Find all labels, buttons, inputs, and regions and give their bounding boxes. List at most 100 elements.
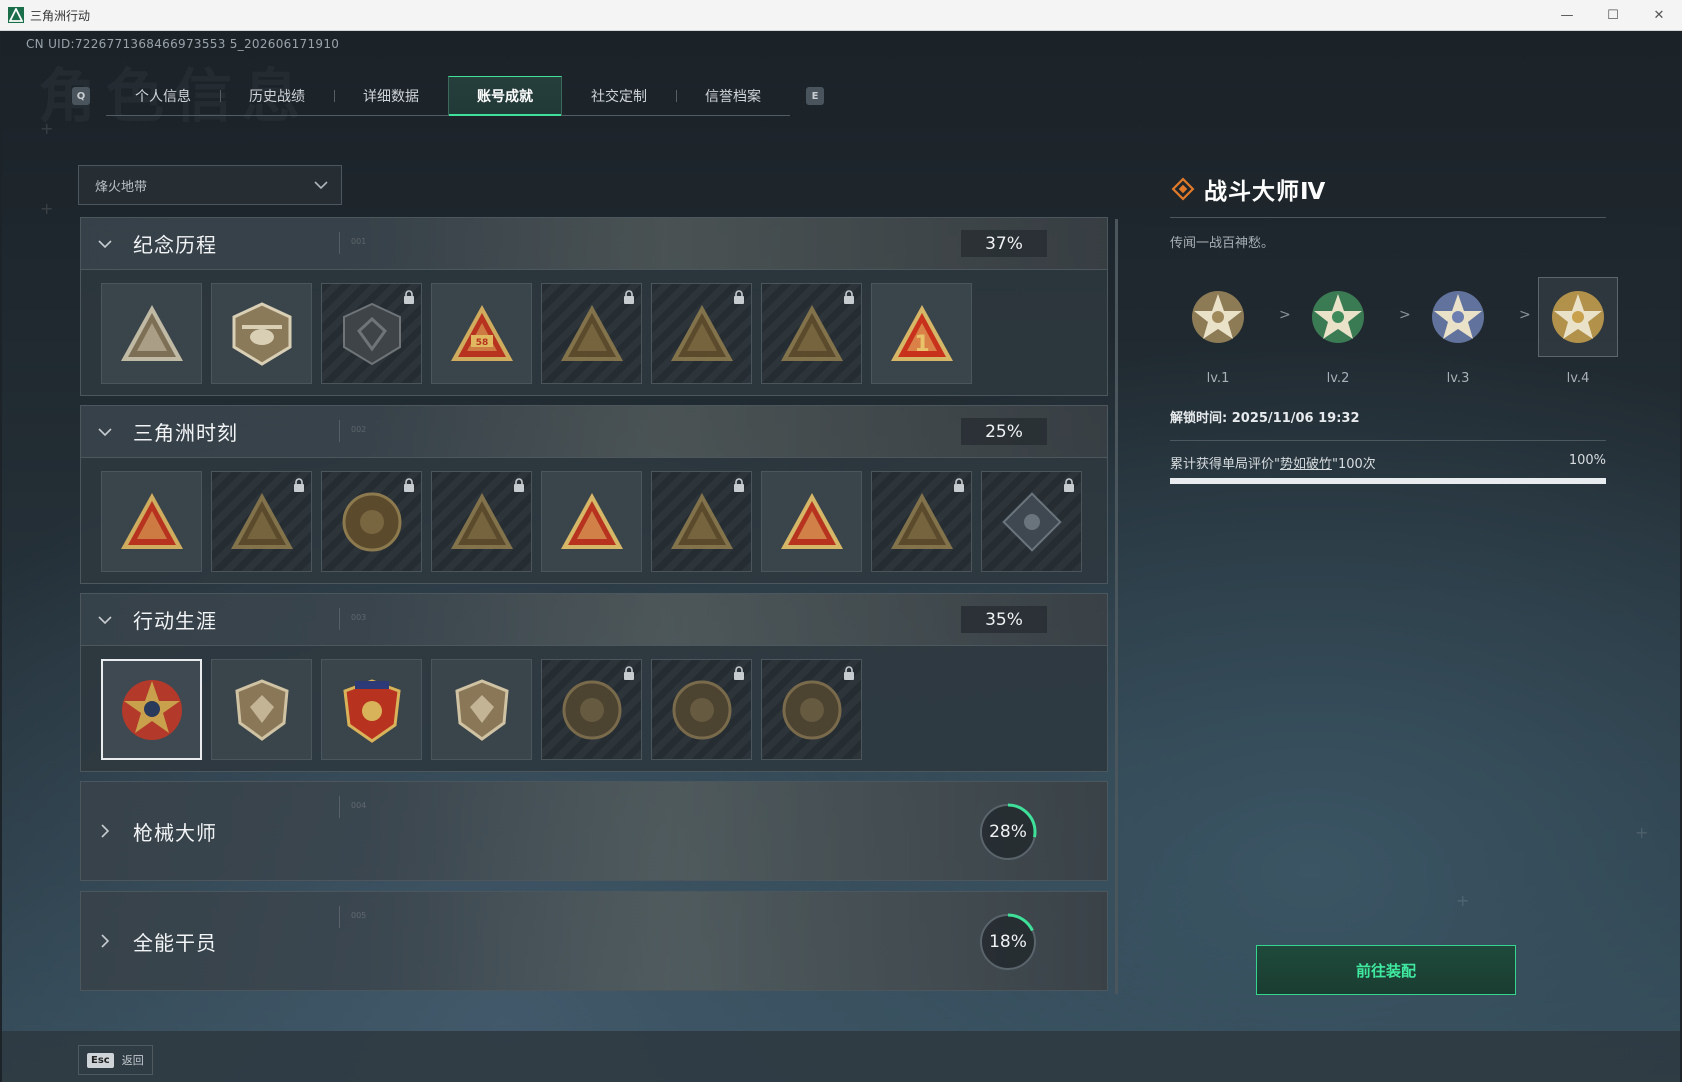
category-header[interactable]: 三角洲时刻 002 25% bbox=[81, 406, 1107, 457]
tab-4[interactable]: 社交定制 bbox=[562, 76, 676, 115]
eye-medal-badge[interactable] bbox=[761, 659, 862, 760]
game-viewport: 角色信息 CN UID:7226771368466973553 5_202606… bbox=[2, 31, 1680, 1082]
dragon-triangle-emblem-badge[interactable] bbox=[871, 471, 972, 572]
helicopter-emblem-badge[interactable] bbox=[211, 283, 312, 384]
level-4[interactable]: lv.4 bbox=[1538, 277, 1618, 386]
tab-5[interactable]: 信誉档案 bbox=[676, 76, 790, 115]
triangle-mountain-emblem-badge[interactable] bbox=[101, 283, 202, 384]
condition-progress-label: 100% bbox=[1568, 453, 1606, 468]
category-index: 002 bbox=[351, 425, 367, 434]
skull-triangle-emblem bbox=[780, 304, 843, 361]
category-percent-ring: 28% bbox=[977, 801, 1039, 863]
lock-icon bbox=[623, 289, 635, 304]
unlock-time: 解锁时间: 2025/11/06 19:32 bbox=[1170, 411, 1360, 426]
player-uid: CN UID:7226771368466973553 5_20260617191… bbox=[26, 37, 340, 51]
chevron-right-icon[interactable] bbox=[95, 931, 115, 951]
category-scrollbar[interactable] bbox=[1115, 219, 1118, 994]
svg-text:58: 58 bbox=[475, 338, 488, 348]
level-1[interactable]: lv.1 bbox=[1178, 277, 1258, 386]
rocket-triangle-emblem-badge[interactable] bbox=[761, 471, 862, 572]
tab-3[interactable]: 账号成就 bbox=[448, 76, 562, 116]
shield-logo-emblem-badge[interactable] bbox=[321, 283, 422, 384]
detail-title: 战斗大师Ⅳ bbox=[1204, 179, 1327, 205]
skull-crosshair-medal bbox=[672, 680, 731, 739]
window-titlebar: 三角洲行动 — ☐ ✕ bbox=[0, 0, 1682, 31]
skull-crosshair-medal-badge[interactable] bbox=[651, 659, 752, 760]
kneeling-soldier-emblem-badge[interactable] bbox=[321, 471, 422, 572]
detail-header: 战斗大师Ⅳ bbox=[1170, 171, 1606, 207]
minimize-button[interactable]: — bbox=[1544, 0, 1590, 31]
gem-shield-medal bbox=[454, 678, 509, 741]
soldier-triangle-emblem-badge[interactable] bbox=[651, 283, 752, 384]
crate-triangle-emblem bbox=[120, 492, 183, 549]
eagle-crest-medal bbox=[342, 678, 401, 743]
level-label: lv.4 bbox=[1566, 371, 1590, 386]
number-one-triangle-emblem-badge[interactable]: 1 bbox=[871, 283, 972, 384]
star-wreath-medal bbox=[121, 679, 182, 740]
esc-key-hint: Esc bbox=[87, 1052, 114, 1068]
window-title: 三角洲行动 bbox=[30, 8, 91, 23]
level-2[interactable]: lv.2 bbox=[1298, 277, 1378, 386]
condition-text: 累计获得单局评价"势如破竹"100次 bbox=[1170, 457, 1376, 472]
sb-triangle-emblem-badge[interactable]: 58 bbox=[431, 283, 532, 384]
level-3[interactable]: lv.3 bbox=[1418, 277, 1498, 386]
maximize-button[interactable]: ☐ bbox=[1590, 0, 1636, 31]
go-equip-button[interactable]: 前往装配 bbox=[1256, 945, 1516, 995]
next-tab-key-hint[interactable]: E bbox=[806, 87, 824, 105]
category-header[interactable]: 全能干员 005 18% bbox=[81, 892, 1107, 990]
helicopter-triangle-emblem-badge[interactable] bbox=[541, 283, 642, 384]
lock-icon bbox=[293, 477, 305, 492]
app-logo-icon bbox=[8, 7, 24, 23]
back-label: 返回 bbox=[121, 1054, 144, 1067]
footer-bar: Esc 返回 bbox=[2, 1031, 1680, 1082]
category-percent: 37% bbox=[961, 230, 1047, 257]
chevron-down-icon[interactable] bbox=[95, 422, 115, 442]
chevron-down-icon[interactable] bbox=[95, 234, 115, 254]
planet-medal bbox=[562, 680, 621, 739]
level-label: lv.3 bbox=[1446, 371, 1470, 386]
category-header[interactable]: 枪械大师 004 28% bbox=[81, 782, 1107, 880]
level-medal bbox=[1538, 277, 1618, 357]
chevron-shield-medal-badge[interactable] bbox=[211, 659, 312, 760]
category-header[interactable]: 纪念历程 001 37% bbox=[81, 218, 1107, 269]
crate-triangle-emblem-badge[interactable] bbox=[101, 471, 202, 572]
tab-2[interactable]: 详细数据 bbox=[334, 76, 448, 115]
category-index: 004 bbox=[351, 801, 367, 810]
divider bbox=[339, 232, 340, 254]
robot-triangle-emblem-badge[interactable] bbox=[211, 471, 312, 572]
close-button[interactable]: ✕ bbox=[1636, 0, 1682, 31]
tab-1[interactable]: 历史战绩 bbox=[220, 76, 334, 115]
squad-triangle-emblem-badge[interactable] bbox=[541, 471, 642, 572]
lock-icon bbox=[843, 289, 855, 304]
back-button[interactable]: Esc 返回 bbox=[78, 1045, 153, 1075]
lock-icon bbox=[513, 477, 525, 492]
prev-tab-key-hint[interactable]: Q bbox=[72, 87, 90, 105]
chevron-down-icon[interactable] bbox=[95, 610, 115, 630]
skull-triangle-emblem-badge[interactable] bbox=[761, 283, 862, 384]
rocket-triangle-emblem bbox=[780, 492, 843, 549]
gem-shield-medal-badge[interactable] bbox=[431, 659, 532, 760]
chevron-right-icon[interactable] bbox=[95, 821, 115, 841]
grid-cross-icon: + bbox=[40, 119, 54, 138]
eagle-crest-medal-badge[interactable] bbox=[321, 659, 422, 760]
lock-icon bbox=[953, 477, 965, 492]
level-medal bbox=[1298, 277, 1378, 357]
condition-link[interactable]: 势如破竹 bbox=[1280, 457, 1332, 472]
badge-grid: 58 1 bbox=[81, 269, 1107, 395]
chevron-shield-medal bbox=[234, 678, 289, 741]
tab-0[interactable]: 个人信息 bbox=[106, 76, 220, 115]
lock-icon bbox=[733, 477, 745, 492]
robot-triangle-emblem bbox=[230, 492, 293, 549]
mode-select[interactable]: 烽火地带 bbox=[78, 165, 342, 205]
planet-medal-badge[interactable] bbox=[541, 659, 642, 760]
wolf-triangle-emblem-badge[interactable] bbox=[651, 471, 752, 572]
diamond-emblem-badge[interactable] bbox=[981, 471, 1082, 572]
dice-triangle-emblem-badge[interactable] bbox=[431, 471, 532, 572]
category-index: 001 bbox=[351, 237, 367, 246]
star-medal-icon bbox=[1312, 291, 1364, 343]
category-header[interactable]: 行动生涯 003 35% bbox=[81, 594, 1107, 645]
category-name: 全能干员 bbox=[133, 930, 217, 955]
divider bbox=[339, 796, 340, 818]
helicopter-triangle-emblem bbox=[560, 304, 623, 361]
star-wreath-medal-badge[interactable] bbox=[101, 659, 202, 760]
